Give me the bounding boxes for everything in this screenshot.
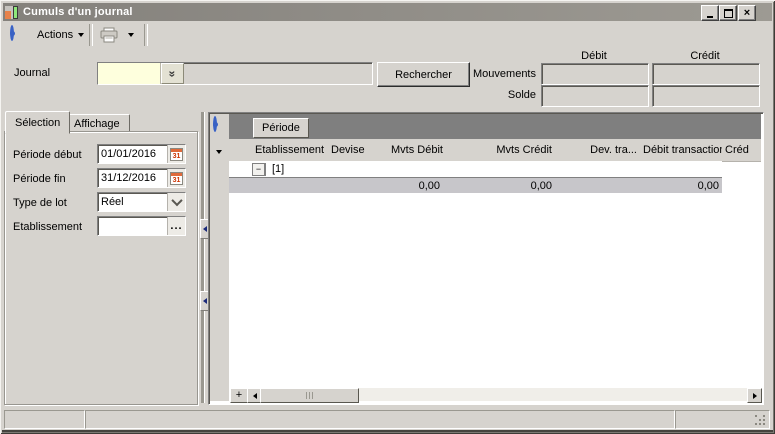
column-header-credit-transaction[interactable]: Créd [722,144,760,156]
column-header-devise[interactable]: Devise [328,144,388,156]
journal-label: Journal [14,67,50,79]
total-debit-transaction: 0,00 [640,180,722,192]
etablissement-browse-button[interactable]: ... [167,217,185,235]
arrow-right-icon [753,393,757,399]
total-mvts-credit: 0,00 [443,180,555,192]
close-button[interactable]: × [738,5,756,21]
periode-fin-input[interactable]: 31/12/2016 31 [97,168,186,188]
grid-group-row[interactable]: − [1] [229,161,722,178]
etablissement-input[interactable]: ... [97,216,186,236]
double-chevron-down-icon: » [168,70,178,77]
actions-menu-button[interactable]: Actions [31,25,90,45]
printer-icon [99,27,119,43]
maximize-icon [724,9,733,18]
total-mvts-debit: 0,00 [388,180,443,192]
search-button-label: Rechercher [395,69,452,81]
chevron-down-icon [128,33,134,37]
toolbar-separator [89,24,93,46]
status-cell-middle [85,410,675,429]
column-header-mvts-debit[interactable]: Mvts Débit [388,144,443,156]
debit-column-label: Débit [541,50,647,62]
maximize-button[interactable] [719,5,737,21]
close-icon: × [744,8,750,18]
calendar-icon: 31 [170,172,183,185]
status-cell-left [4,410,85,429]
column-header-dev-transaction[interactable]: Dev. tra... [555,144,640,156]
periode-fin-value: 31/12/2016 [98,172,167,184]
etablissement-label: Etablissement [13,221,82,233]
chevron-left-icon [203,226,207,232]
mouvements-debit-field [541,63,649,85]
tab-affichage-label: Affichage [74,118,120,130]
group-by-chip-periode[interactable]: Période [253,118,309,138]
minimize-icon [707,16,713,18]
collapse-minus-icon[interactable]: − [252,163,266,176]
chevron-down-icon [78,33,84,37]
toolbar: Actions [3,21,772,50]
journal-display-field [184,63,372,84]
periode-debut-value: 01/01/2016 [98,148,167,160]
results-grid-panel: Période Etablissement Devise Mvts Débit … [208,112,764,405]
journal-input[interactable] [98,63,161,84]
credit-column-label: Crédit [652,50,758,62]
print-dropdown-button[interactable] [123,24,139,46]
grid-column-headers: Etablissement Devise Mvts Débit Mvts Cré… [229,139,761,162]
group-by-chip-label: Période [262,122,300,134]
journal-lookup-button[interactable]: » [161,63,184,84]
group-by-band: Période [229,114,761,139]
column-header-debit-transaction[interactable]: Débit transaction [640,144,722,156]
periode-debut-calendar-button[interactable]: 31 [167,145,185,163]
chevron-left-icon [203,298,207,304]
app-icon [5,6,18,19]
panel-splitter[interactable] [201,112,205,403]
print-button[interactable] [95,24,123,46]
target-icon [213,116,217,132]
grid-total-row: 0,00 0,00 0,00 [229,178,722,193]
arrow-left-icon [253,393,257,399]
type-de-lot-label: Type de lot [13,197,67,209]
toolbar-separator [144,24,148,46]
target-icon [10,25,14,41]
resize-grip[interactable] [755,415,766,426]
journal-combo: » [97,62,373,85]
scroll-right-button[interactable] [747,388,762,403]
minimize-button[interactable] [701,5,719,21]
chevron-down-icon [171,195,182,206]
actions-menu-label: Actions [37,29,73,41]
solde-credit-field [652,85,760,107]
tab-selection[interactable]: Sélection [5,111,70,134]
mouvements-label: Mouvements [455,68,536,80]
mouvements-credit-field [652,63,760,85]
selection-panel: Période début 01/01/2016 31 Période fin … [4,131,198,405]
grid-side-strip [210,114,230,401]
type-de-lot-dropdown-button[interactable] [167,193,185,211]
periode-debut-label: Période début [13,149,82,161]
periode-fin-label: Période fin [13,173,66,185]
column-header-mvts-credit[interactable]: Mvts Crédit [443,144,555,156]
calendar-icon: 31 [170,148,183,161]
periode-fin-calendar-button[interactable]: 31 [167,169,185,187]
application-window: Cumuls d'un journal × Actions Journal » [0,0,775,434]
periode-debut-input[interactable]: 01/01/2016 31 [97,144,186,164]
grid-options-arrow-icon[interactable] [216,150,222,154]
add-row-button[interactable]: + [230,388,248,403]
page-title: Cumuls d'un journal [23,6,133,18]
type-de-lot-select[interactable]: Réel [97,192,186,212]
tab-selection-label: Sélection [15,117,60,129]
scrollbar-thumb[interactable] [260,388,359,403]
column-header-etablissement[interactable]: Etablissement [252,144,328,156]
solde-debit-field [541,85,649,107]
type-de-lot-value: Réel [98,196,167,208]
group-row-label: [1] [272,163,284,175]
titlebar: Cumuls d'un journal [3,3,772,21]
solde-label: Solde [455,89,536,101]
